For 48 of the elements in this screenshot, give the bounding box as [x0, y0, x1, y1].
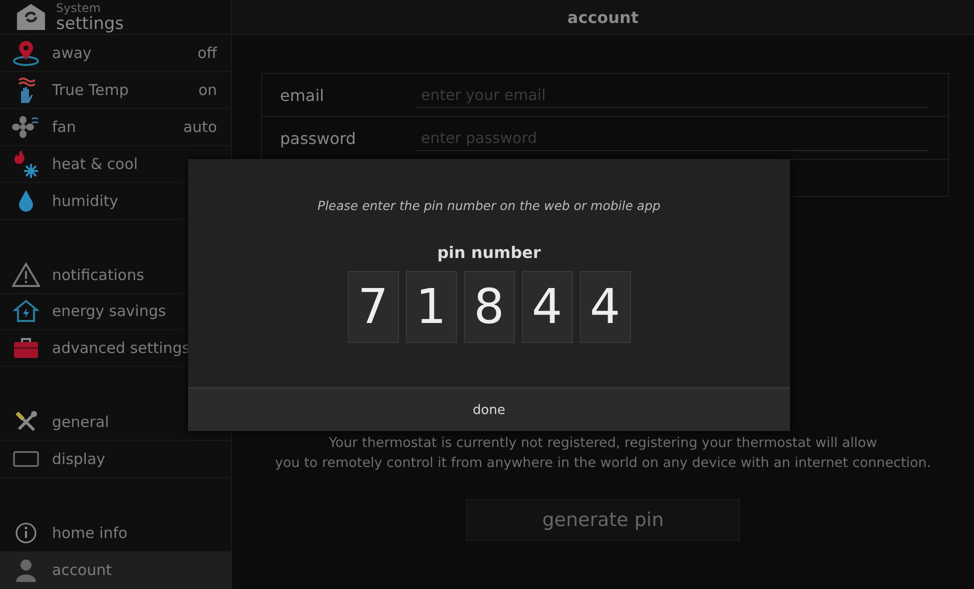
field-label: email	[280, 86, 326, 104]
pin-digit: 1	[406, 271, 456, 343]
item-label: away	[52, 44, 93, 62]
hand-heat-icon	[17, 76, 35, 103]
sidebar-item[interactable]: fan auto	[0, 108, 231, 146]
pin-label: pin number	[437, 243, 541, 262]
item-value: auto	[183, 118, 217, 136]
sidebar-item[interactable]: account	[0, 552, 231, 589]
dialog-message: Please enter the pin number on the web or mobile app	[318, 198, 660, 213]
water-drop-icon	[17, 188, 35, 213]
header-title: settings	[56, 14, 124, 33]
house-bolt-icon	[13, 299, 39, 324]
done-button[interactable]: done	[188, 387, 790, 431]
item-label: home info	[52, 524, 128, 542]
item-value: on	[198, 80, 217, 99]
item-label: fan	[52, 118, 77, 136]
item-label: humidity	[52, 192, 120, 210]
item-value: off	[197, 44, 217, 62]
item-label: general	[52, 413, 110, 432]
generate-pin-button[interactable]: generate pin	[466, 499, 740, 541]
item-label: heat & cool	[52, 154, 139, 173]
description-text: Your thermostat is currently not registered, registering your thermostat will allow	[328, 434, 878, 453]
info-icon	[15, 522, 37, 544]
fan-icon	[12, 114, 40, 139]
header-title: System	[56, 0, 102, 15]
warning-icon	[12, 262, 40, 288]
pin-digit: 8	[464, 271, 514, 343]
item-label: account	[52, 561, 113, 580]
item-label: notifications	[52, 266, 146, 284]
item-label: energy savings	[52, 302, 167, 320]
description-text: you to remotely control it from anywhere in the world on any device with an internet connection.	[275, 454, 931, 473]
person-icon	[15, 558, 37, 582]
flame-snowflake-icon	[13, 150, 39, 178]
sidebar-item[interactable]: True Temp on	[0, 72, 231, 109]
pin-digit: 4	[580, 271, 630, 343]
sidebar-item[interactable]: away off	[0, 34, 231, 72]
pin-digit: 7	[348, 271, 398, 343]
item-label: True Temp	[52, 80, 130, 99]
page-title: account	[232, 0, 974, 35]
item-label: advanced settings	[52, 339, 191, 358]
toolbox-icon	[13, 337, 39, 360]
screen-icon	[13, 451, 39, 468]
home-icon	[16, 2, 46, 31]
field-label: password	[280, 128, 357, 148]
pin-digit: 4	[522, 271, 572, 343]
item-label: display	[52, 450, 106, 468]
map-pin-icon	[12, 40, 40, 66]
sidebar-item[interactable]: display	[0, 441, 231, 478]
